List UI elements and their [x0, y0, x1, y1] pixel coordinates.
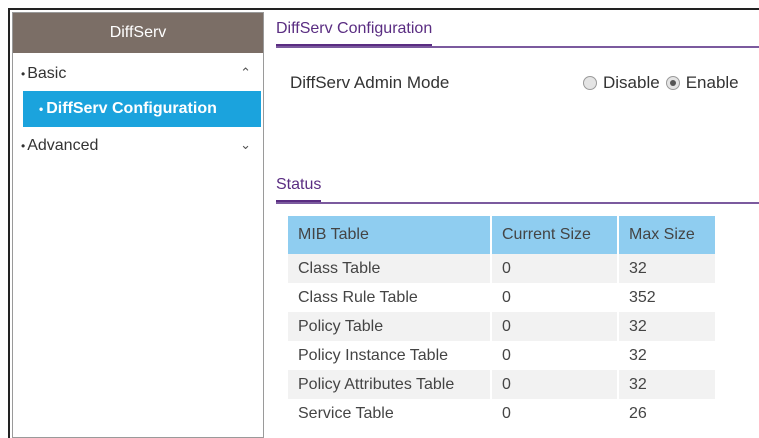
cell-current-size: 0 — [491, 283, 619, 312]
config-section-title: DiffServ Configuration — [276, 20, 433, 47]
admin-mode-radio-group: Disable Enable — [583, 73, 745, 93]
column-header-mib-table: MIB Table — [288, 216, 492, 254]
cell-current-size: 0 — [491, 312, 619, 341]
enable-radio[interactable] — [665, 76, 680, 90]
cell-current-size: 0 — [491, 341, 619, 370]
table-row: Class Rule Table 0 352 — [288, 283, 717, 312]
bullet-icon: • — [21, 139, 26, 153]
config-section-rule — [276, 46, 759, 48]
admin-mode-label: DiffServ Admin Mode — [290, 73, 450, 92]
cell-current-size: 0 — [491, 254, 619, 283]
cell-max-size: 32 — [618, 341, 717, 370]
cell-max-size: 32 — [618, 370, 717, 399]
table-row: Policy Attributes Table 0 32 — [288, 370, 717, 399]
enable-option[interactable]: Enable — [665, 73, 739, 93]
nav-basic-label: Basic — [27, 65, 67, 82]
nav-advanced-label: Advanced — [27, 137, 99, 154]
table-header-row: MIB Table Current Size Max Size — [288, 216, 717, 254]
cell-mib-table: Class Table — [288, 254, 492, 283]
table-row: Class Table 0 32 — [288, 254, 717, 283]
config-title-text: DiffServ Configuration — [276, 20, 433, 37]
status-section-rule — [276, 202, 759, 204]
sidebar-header: DiffServ — [13, 13, 263, 53]
nav-diffserv-configuration-label: DiffServ Configuration — [46, 100, 217, 117]
cell-max-size: 352 — [618, 283, 717, 312]
nav-basic[interactable]: • Basic ⌃ — [13, 59, 263, 89]
table-row: Policy Instance Table 0 32 — [288, 341, 717, 370]
cell-mib-table: Policy Table — [288, 312, 492, 341]
cell-current-size: 0 — [491, 399, 619, 428]
nav-advanced[interactable]: • Advanced ⌄ — [13, 131, 263, 161]
column-header-max-size: Max Size — [618, 216, 717, 254]
mib-table: MIB Table Current Size Max Size Class Ta… — [288, 216, 717, 428]
status-title-text: Status — [276, 176, 322, 193]
bullet-icon: • — [39, 102, 44, 116]
cell-current-size: 0 — [491, 370, 619, 399]
sidebar: DiffServ • Basic ⌃ • DiffServ Configurat… — [12, 12, 264, 438]
column-header-current-size: Current Size — [491, 216, 619, 254]
bullet-icon: • — [21, 67, 26, 81]
cell-mib-table: Policy Instance Table — [288, 341, 492, 370]
cell-mib-table: Service Table — [288, 399, 492, 428]
cell-mib-table: Policy Attributes Table — [288, 370, 492, 399]
cell-mib-table: Class Rule Table — [288, 283, 492, 312]
cell-max-size: 26 — [618, 399, 717, 428]
table-row: Policy Table 0 32 — [288, 312, 717, 341]
cell-max-size: 32 — [618, 312, 717, 341]
status-section-title: Status — [276, 176, 322, 203]
disable-label: Disable — [603, 73, 660, 92]
disable-option[interactable]: Disable — [583, 73, 660, 93]
enable-label: Enable — [685, 73, 739, 92]
nav-diffserv-configuration[interactable]: • DiffServ Configuration — [23, 91, 261, 127]
disable-radio[interactable] — [583, 76, 597, 90]
sidebar-header-label: DiffServ — [109, 24, 167, 41]
table-row: Service Table 0 26 — [288, 399, 717, 428]
chevron-down-icon[interactable]: ⌄ — [240, 137, 251, 153]
cell-max-size: 32 — [618, 254, 717, 283]
chevron-up-icon[interactable]: ⌃ — [240, 65, 251, 81]
